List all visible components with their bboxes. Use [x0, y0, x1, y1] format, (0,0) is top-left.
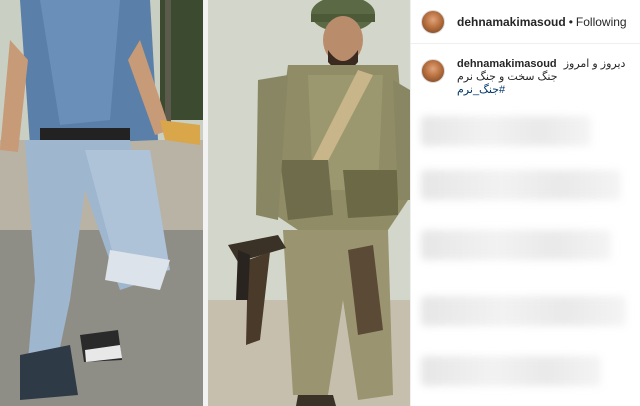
caption-hashtag-link[interactable]: #جنگ_نرم	[457, 84, 625, 97]
caption-avatar[interactable]	[421, 59, 445, 83]
photo-right-soldier	[208, 0, 410, 406]
caption-body: dehnamakimasoud دیروز و امروز جنگ سخت و …	[457, 58, 625, 97]
post-header: dehnamakimasoud • Following	[411, 0, 640, 44]
blurred-comment	[421, 296, 626, 326]
photo-left-man-jeans	[0, 0, 203, 406]
blurred-comment	[421, 230, 611, 260]
caption-username[interactable]: dehnamakimasoud	[457, 58, 557, 70]
following-button[interactable]: Following	[576, 15, 627, 29]
caption: dehnamakimasoud دیروز و امروز جنگ سخت و …	[411, 44, 640, 97]
separator-dot: •	[568, 14, 573, 29]
blurred-comment	[421, 356, 601, 386]
post-image	[0, 0, 410, 406]
blurred-comment	[421, 116, 591, 146]
header-username[interactable]: dehnamakimasoud	[457, 15, 566, 29]
caption-line-1: دیروز و امروز	[563, 58, 626, 70]
blurred-comment	[421, 170, 621, 200]
blurred-comments	[411, 108, 640, 406]
post-sidebar: dehnamakimasoud • Following dehnamakimas…	[410, 0, 640, 406]
caption-line-2: جنگ سخت و جنگ نرم	[457, 71, 558, 83]
avatar[interactable]	[421, 9, 445, 34]
